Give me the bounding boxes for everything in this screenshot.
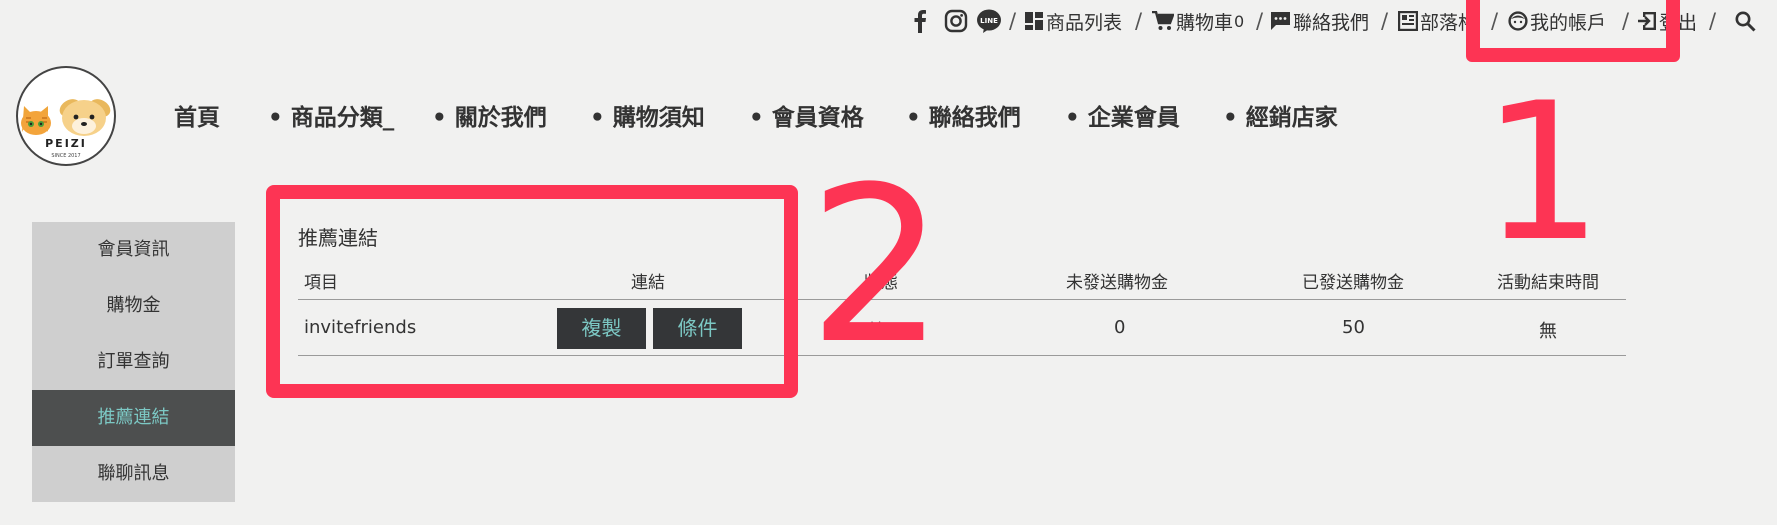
grid-icon xyxy=(1025,12,1043,30)
logo-subtitle: SINCE 2017 xyxy=(51,153,81,159)
cart-icon xyxy=(1152,11,1174,30)
search-icon[interactable] xyxy=(1735,6,1756,36)
nav-corporate-member[interactable]: • 企業會員 xyxy=(1065,100,1180,136)
nav-contact-us[interactable]: • 聯絡我們 xyxy=(906,100,1021,136)
cart-link[interactable]: 購物車 0 xyxy=(1152,6,1244,36)
annotation-number-2: 2 xyxy=(808,140,945,391)
line-icon[interactable]: LINE xyxy=(976,6,1002,36)
nav-about-us[interactable]: • 關於我們 xyxy=(432,100,547,136)
cart-count: 0 xyxy=(1234,11,1245,31)
nav-home[interactable]: 首頁 xyxy=(174,100,220,136)
nav-dealers[interactable]: • 經銷店家 xyxy=(1223,100,1338,136)
nav-product-categories[interactable]: • 商品分類_ xyxy=(268,100,394,136)
cell-end-time: 無 xyxy=(1539,321,1557,342)
separator: / xyxy=(1135,9,1143,33)
cell-unsent-credit: 0 xyxy=(1114,317,1126,338)
cart-label: 購物車 xyxy=(1176,11,1234,34)
svg-text:LINE: LINE xyxy=(980,17,998,25)
chat-icon xyxy=(1271,12,1290,30)
facebook-icon[interactable] xyxy=(913,6,927,36)
column-header-unsent-credit: 未發送購物金 xyxy=(1066,273,1168,293)
newspaper-icon xyxy=(1398,11,1418,31)
separator: / xyxy=(1009,9,1017,33)
contact-label: 聯絡我們 xyxy=(1293,11,1370,34)
separator: / xyxy=(1709,9,1717,33)
separator: / xyxy=(1256,9,1264,33)
product-list-label: 商品列表 xyxy=(1046,11,1123,34)
instagram-icon[interactable] xyxy=(944,6,968,36)
annotation-box-1 xyxy=(1466,0,1680,62)
sidebar-item-referral-link[interactable]: 推薦連結 xyxy=(32,390,235,446)
logo-text: PEIZI xyxy=(45,137,87,150)
cell-sent-credit: 50 xyxy=(1342,317,1365,338)
separator: / xyxy=(1381,9,1389,33)
nav-membership[interactable]: • 會員資格 xyxy=(749,100,864,136)
sidebar-item-order-query[interactable]: 訂單查詢 xyxy=(32,334,235,390)
nav-shopping-guide[interactable]: • 購物須知 xyxy=(590,100,705,136)
column-header-sent-credit: 已發送購物金 xyxy=(1302,273,1404,293)
sidebar-item-member-info[interactable]: 會員資訊 xyxy=(32,222,235,278)
annotation-box-2 xyxy=(266,185,798,398)
sidebar-item-messages[interactable]: 聯聊訊息 xyxy=(32,446,235,502)
site-logo[interactable]: PEIZI SINCE 2017 xyxy=(16,66,116,166)
contact-link[interactable]: 聯絡我們 xyxy=(1270,6,1369,36)
product-list-link[interactable]: 商品列表 xyxy=(1024,6,1122,36)
member-sidebar: 會員資訊 購物金 訂單查詢 推薦連結 聯聊訊息 xyxy=(32,222,235,502)
annotation-number-1: 1 xyxy=(1482,62,1603,283)
sidebar-item-shopping-credit[interactable]: 購物金 xyxy=(32,278,235,334)
